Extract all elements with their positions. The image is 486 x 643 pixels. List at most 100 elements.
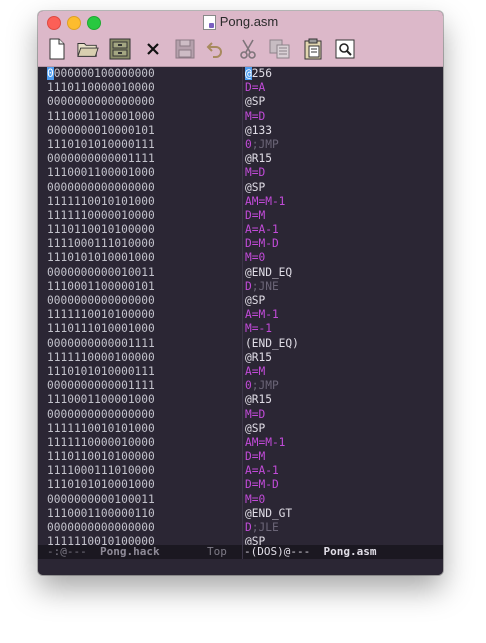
undo-icon	[206, 42, 222, 58]
new-file-icon	[49, 38, 65, 60]
asm-code-line: A=M-1	[245, 308, 279, 322]
search-icon	[335, 39, 355, 59]
hack-code-line: 1110001100001000	[47, 109, 155, 123]
left-buffer-name: Pong.hack	[99, 545, 160, 558]
asm-code-line: (END_EQ)	[245, 336, 299, 350]
paste-button[interactable]	[302, 38, 324, 60]
close-buffer-button[interactable]	[142, 38, 164, 60]
text-cursor: @	[245, 67, 252, 80]
hack-code-line: 0000000000100011	[47, 492, 155, 506]
dired-button[interactable]	[109, 38, 131, 60]
left-mode-line[interactable]: -:@--- Pong.hack	[47, 545, 160, 559]
asm-code-line: @SP	[245, 294, 266, 307]
right-buffer-name: Pong.asm	[323, 545, 377, 558]
hack-code-line: 0000000000001111	[47, 336, 155, 350]
mode-line-divider	[242, 545, 243, 559]
hack-code-line: 1110101010001000	[47, 478, 155, 492]
asm-code-line: @R15	[245, 393, 272, 407]
open-file-button[interactable]	[77, 38, 99, 60]
paste-icon	[304, 38, 322, 60]
hack-code-line: 0000000000000000	[47, 294, 155, 307]
hack-code-line: 0000000000010011	[47, 265, 155, 279]
floppy-icon	[175, 39, 195, 59]
asm-code-line: @END_EQ	[245, 265, 293, 279]
hack-code-line: 0000000000000000	[47, 180, 155, 194]
close-window-button[interactable]	[47, 16, 61, 30]
hack-code-line: 1111110010100000	[47, 308, 155, 322]
asm-code-line: M=0	[245, 492, 266, 506]
save-button[interactable]	[174, 38, 196, 60]
hack-binary-pane[interactable]: 0000000100000000 1110110000010000 00000000…	[38, 67, 242, 549]
hack-code-line: 1111110000010000	[47, 435, 155, 449]
asm-code-line: M=D	[245, 166, 266, 180]
left-buffer-position: Top	[207, 545, 227, 558]
text-cursor: 0	[47, 67, 54, 80]
hack-code-line: 0000000000001111	[47, 152, 155, 166]
asm-code-line: D=M	[245, 450, 266, 464]
close-icon	[147, 43, 159, 55]
undo-button[interactable]	[204, 38, 226, 60]
asm-code-line: AM=M-1	[245, 435, 286, 449]
asm-code-line: M=0	[245, 251, 266, 265]
hack-code-line: 1110110010100000	[47, 450, 155, 464]
new-file-button[interactable]	[46, 38, 68, 60]
search-button[interactable]	[334, 38, 356, 60]
cut-button[interactable]	[237, 38, 259, 60]
hack-code-line: 1110001100001000	[47, 393, 155, 407]
asm-code-line: @END_GT	[245, 506, 293, 520]
hack-code-line: 0000000100000000	[47, 67, 155, 80]
hack-code-line: 1111000111010000	[47, 237, 155, 251]
editor-window: Pong.asm 0000000100000000 11101100000100…	[38, 11, 443, 575]
cabinet-icon	[109, 38, 131, 60]
asm-code-line: D=M-D	[245, 237, 279, 251]
left-buffer-status: -:@---	[47, 545, 100, 558]
asm-code-line: @SP	[245, 421, 266, 435]
window-title: Pong.asm	[219, 14, 279, 29]
copy-icon	[269, 39, 290, 59]
asm-code-line: @133	[245, 123, 272, 137]
right-buffer-status: -(DOS)@---	[244, 545, 324, 558]
hack-code-line: 1110001100000101	[47, 279, 155, 293]
asm-code-line: @R15	[245, 350, 272, 364]
scissors-icon	[240, 39, 256, 59]
folder-open-icon	[77, 43, 99, 57]
asm-code-line: 0;JMP	[245, 137, 279, 151]
asm-code-line: D=M-D	[245, 478, 279, 492]
asm-code-line: D=M	[245, 208, 266, 222]
mode-line: -:@--- Pong.hack Top -(DOS)@--- Pong.asm	[38, 545, 443, 559]
asm-code-line: 0;JMP	[245, 379, 279, 393]
hack-code-line: 1110101010000111	[47, 137, 155, 151]
hack-code-line: 1110110010100000	[47, 223, 155, 237]
asm-code-line: AM=M-1	[245, 194, 286, 208]
document-icon	[202, 14, 216, 30]
asm-code-line: D;JNE	[245, 279, 279, 293]
asm-code-line: A=A-1	[245, 464, 279, 478]
asm-source-pane[interactable]: @256 D=A @SP M=D @133 0;JMP @R15 M=D @SP AM=M-1 D=…	[243, 67, 443, 549]
right-mode-line[interactable]: -(DOS)@--- Pong.asm	[244, 545, 376, 559]
hack-code-line: 1110110000010000	[47, 81, 155, 95]
hack-code-line: 1111110000010000	[47, 208, 155, 222]
hack-code-line: 0000000000000000	[47, 521, 155, 534]
hack-code-line: 1111000111010000	[47, 464, 155, 478]
hack-code-line: 1110101010001000	[47, 251, 155, 265]
editor-area: 0000000100000000 1110110000010000 00000000…	[38, 67, 443, 575]
hack-code-line: 1110111010001000	[47, 322, 155, 336]
asm-code-line: A=A-1	[245, 223, 279, 237]
asm-code-line: @256	[245, 67, 272, 80]
asm-code-line: A=M	[245, 364, 266, 378]
asm-code-line: D;JLE	[245, 521, 279, 534]
hack-code-line: 1111110010101000	[47, 421, 155, 435]
hack-code-line: 1111110010101000	[47, 194, 155, 208]
copy-button[interactable]	[269, 38, 291, 60]
hack-code-line: 1111110000100000	[47, 350, 155, 364]
asm-code-line: @SP	[245, 180, 266, 194]
hack-code-line: 1110001100001000	[47, 166, 155, 180]
maximize-window-button[interactable]	[87, 16, 101, 30]
hack-code-line: 0000000000000000	[47, 95, 155, 109]
hack-code-line: 1110001100000110	[47, 506, 155, 520]
asm-code-line: @R15	[245, 152, 272, 166]
title-bar: Pong.asm	[38, 11, 443, 33]
minimize-window-button[interactable]	[67, 16, 81, 30]
hack-code-line: 0000000000001111	[47, 379, 155, 393]
hack-code-line: 1110101010000111	[47, 364, 155, 378]
